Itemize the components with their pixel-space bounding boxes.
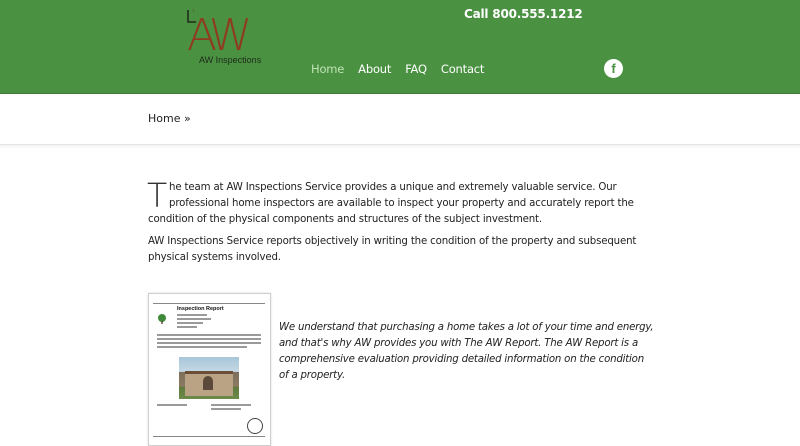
nav-contact[interactable]: Contact — [441, 62, 485, 76]
report-text-line — [157, 338, 261, 340]
call-phone-link[interactable]: Call 800.555.1212 — [464, 7, 583, 21]
dropcap-letter: T — [147, 176, 168, 215]
logo-letters: AW — [187, 10, 252, 61]
report-text-line — [157, 334, 261, 336]
tree-logo-icon — [158, 314, 166, 324]
nav-about[interactable]: About — [358, 62, 391, 76]
breadcrumb[interactable]: Home » — [148, 112, 191, 125]
nav-faq[interactable]: FAQ — [405, 62, 427, 76]
main-nav: Home About FAQ Contact — [311, 62, 498, 76]
report-text-line — [211, 408, 241, 410]
breadcrumb-bar: Home » — [0, 94, 800, 145]
logo-subtitle: AW Inspections — [199, 55, 262, 65]
report-text-line — [177, 318, 211, 320]
site-logo[interactable]: AW AW Inspections — [183, 8, 267, 70]
intro-paragraph-text: he team at AW Inspections Service provid… — [148, 182, 634, 225]
report-text-line — [157, 404, 187, 406]
nav-home[interactable]: Home — [311, 62, 344, 76]
inspection-report-image[interactable]: Inspection Report — [148, 293, 271, 446]
facebook-icon[interactable]: f — [604, 59, 623, 78]
report-text-line — [177, 314, 207, 316]
report-rule — [153, 303, 265, 304]
report-rule — [153, 436, 265, 437]
report-text-line — [177, 326, 197, 328]
main-content: T he team at AW Inspections Service prov… — [147, 176, 650, 272]
reports-paragraph: AW Inspections Service reports objective… — [148, 236, 637, 263]
house-entry — [203, 376, 213, 390]
site-header: AW AW Inspections Call 800.555.1212 Home… — [0, 0, 800, 94]
logo-text: AW — [187, 10, 252, 61]
intro-paragraph: T he team at AW Inspections Service prov… — [147, 176, 650, 228]
report-title: Inspection Report — [177, 306, 224, 312]
report-text-line — [177, 322, 203, 324]
report-text-line — [157, 346, 247, 348]
report-quote: We understand that purchasing a home tak… — [279, 322, 654, 381]
report-text-line — [157, 342, 261, 344]
seal-icon — [247, 418, 263, 434]
report-text-line — [211, 404, 251, 406]
facebook-glyph: f — [611, 61, 616, 76]
